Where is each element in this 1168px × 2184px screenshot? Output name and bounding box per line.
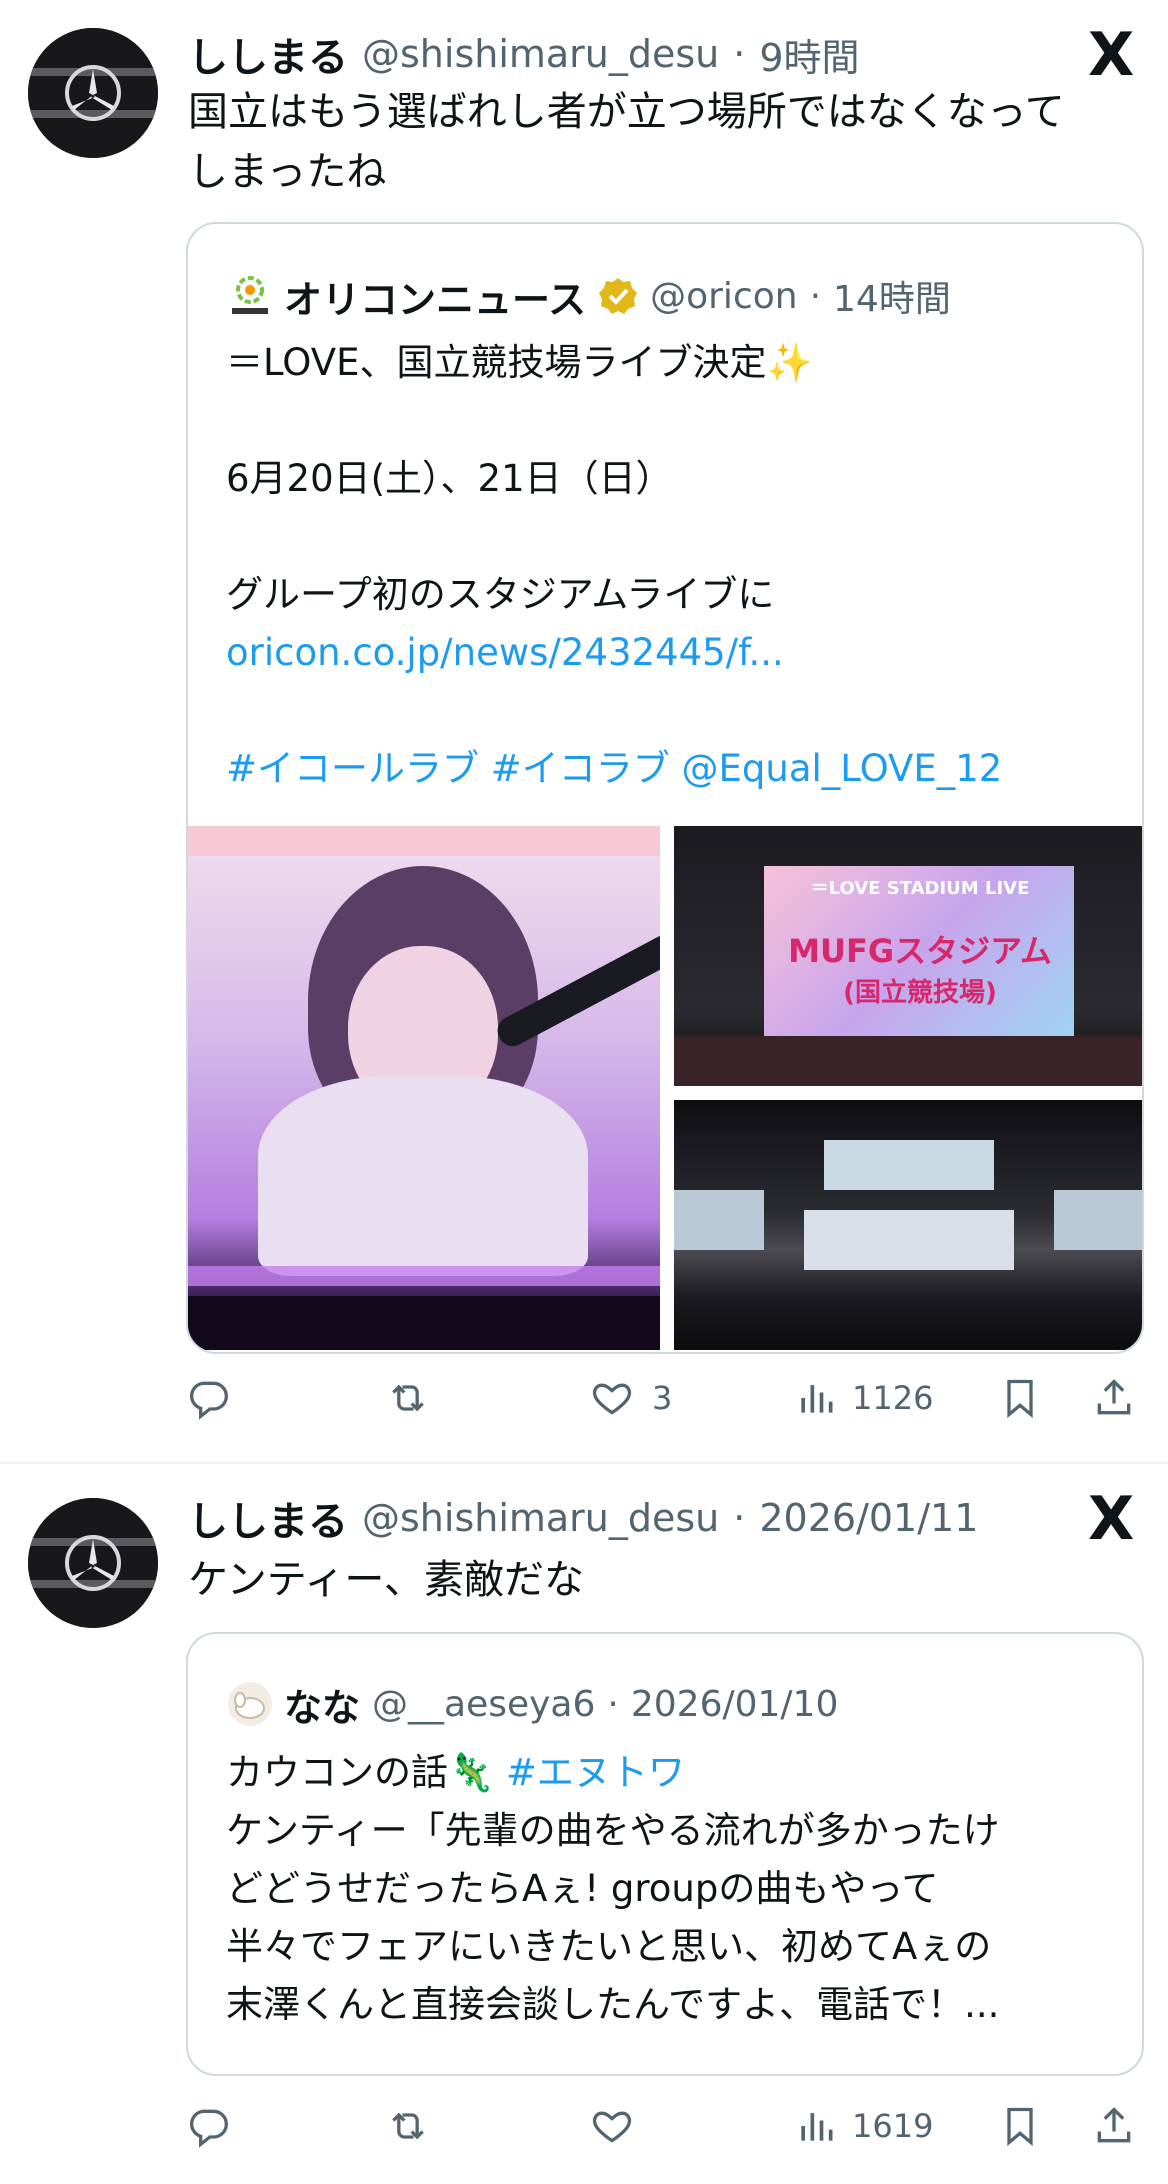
avatar[interactable] <box>28 1498 158 1628</box>
quote-author-handle[interactable]: @__aeseya6 <box>372 1684 595 1725</box>
mercedes-logo-icon <box>28 1498 158 1628</box>
media-image-1[interactable] <box>188 826 660 1350</box>
quote-hashtags[interactable]: #イコールラブ #イコラブ @Equal_LOVE_12 <box>226 740 1116 798</box>
quote-text-line: カウコンの話🦎 #エヌトワ <box>226 1744 1116 1802</box>
post-text-line: 国立はもう選ばれし者が立つ場所ではなくなって <box>188 89 1065 135</box>
like-count: 3 <box>652 1379 673 1417</box>
reply-icon <box>190 1381 228 1420</box>
quote-time[interactable]: 2026/01/10 <box>631 1684 839 1725</box>
author-handle[interactable]: @shishimaru_desu <box>362 1496 719 1540</box>
views-icon <box>801 1385 833 1413</box>
post-time[interactable]: 9時間 <box>759 27 859 82</box>
views-button[interactable]: 1126 <box>794 1376 933 1420</box>
share-icon <box>1097 2107 1131 2143</box>
views-count: 1126 <box>852 1379 934 1417</box>
post-header: ししまる @shishimaru_desu · 9時間 <box>188 26 860 82</box>
x-logo-icon[interactable]: X <box>1088 20 1134 90</box>
separator: · <box>733 32 746 76</box>
avatar[interactable] <box>28 28 158 158</box>
quote-text: カウコンの話🦎 #エヌトワ ケンティー「先輩の曲をやる流れが多かったけ どどうせ… <box>226 1744 1116 2034</box>
post-header: ししまる @shishimaru_desu · 2026/01/11 <box>188 1490 978 1546</box>
oricon-logo-icon <box>228 274 272 318</box>
reply-button[interactable] <box>186 1376 230 1420</box>
quote-link[interactable]: oricon.co.jp/news/2432445/f... <box>226 624 1116 682</box>
quote-text-line: どどうせだったらAぇ! groupの曲もやって <box>226 1867 939 1910</box>
reply-icon <box>190 2109 228 2148</box>
repost-icon <box>392 1384 424 1412</box>
post-time[interactable]: 2026/01/11 <box>759 1496 978 1540</box>
post-text-line: ケンティー、素敵だな <box>188 1557 584 1603</box>
like-button[interactable] <box>590 2104 634 2148</box>
screen-text-1: ＝LOVE STADIUM LIVE <box>810 878 1030 899</box>
mercedes-logo-icon <box>28 28 158 158</box>
quote-author-name[interactable]: オリコンニュース <box>284 269 586 324</box>
quote-text-part: カウコンの話🦎 <box>226 1751 495 1794</box>
share-button[interactable] <box>1092 2104 1136 2148</box>
separator: · <box>733 1496 746 1540</box>
post-text-line: しまったね <box>188 149 387 195</box>
views-count: 1619 <box>852 2107 934 2145</box>
quote-header: なな @__aeseya6 · 2026/01/10 <box>228 1676 838 1732</box>
media-image-2[interactable]: ＝LOVE STADIUM LIVE MUFGスタジアム (国立競技場) <box>674 826 1142 1086</box>
repost-button[interactable] <box>386 1376 430 1420</box>
post-text: ケンティー、素敵だな <box>188 1550 1128 1610</box>
quote-time[interactable]: 14時間 <box>833 270 951 322</box>
quote-text-line: 半々でフェアにいきたいと思い、初めてAぇの <box>226 1925 992 1968</box>
dog-avatar-icon <box>234 1692 265 1719</box>
post-text: 国立はもう選ばれし者が立つ場所ではなくなって しまったね <box>188 82 1128 202</box>
quote-text-line: ＝LOVE、国立競技場ライブ決定✨ <box>226 341 813 384</box>
media-image-3[interactable] <box>674 1100 1142 1350</box>
repost-icon <box>392 2112 424 2140</box>
share-button[interactable] <box>1092 1376 1136 1420</box>
author-handle[interactable]: @shishimaru_desu <box>362 32 719 76</box>
views-button[interactable]: 1619 <box>794 2104 933 2148</box>
separator: · <box>607 1683 619 1725</box>
x-logo-icon[interactable]: X <box>1088 1484 1134 1554</box>
quote-header: オリコンニュース @oricon · 14時間 <box>228 268 951 324</box>
quote-author-handle[interactable]: @oricon <box>650 276 797 317</box>
bookmark-icon <box>1007 2107 1033 2147</box>
screen-text-3: (国立競技場) <box>843 978 997 1008</box>
share-icon <box>1097 1379 1131 1415</box>
quote-text-line: グループ初のスタジアムライブに <box>226 573 775 616</box>
quote-text-line: ケンティー「先輩の曲をやる流れが多かったけ <box>226 1809 1000 1852</box>
quote-hashtag[interactable]: #エヌトワ <box>506 1751 685 1794</box>
quote-text-line: 末澤くんと直接会談したんですよ、電話で！... <box>226 1983 1000 2026</box>
screen-text-2: MUFGスタジアム <box>788 932 1052 970</box>
verified-badge-icon <box>598 276 638 316</box>
bookmark-icon <box>1007 1379 1033 1419</box>
bookmark-button[interactable] <box>998 2104 1042 2148</box>
quoted-post[interactable]: オリコンニュース @oricon · 14時間 ＝LOVE、国立競技場ライブ決定… <box>186 222 1144 1354</box>
views-icon <box>801 2113 833 2141</box>
author-name[interactable]: ししまる <box>188 1489 348 1547</box>
reply-button[interactable] <box>186 2104 230 2148</box>
bookmark-button[interactable] <box>998 1376 1042 1420</box>
quote-text-line: 6月20日(土）、21日（日） <box>226 457 673 500</box>
like-button[interactable]: 3 <box>590 1376 672 1420</box>
separator: · <box>809 275 822 317</box>
quoted-post[interactable]: なな @__aeseya6 · 2026/01/10 カウコンの話🦎 #エヌトワ… <box>186 1632 1144 2076</box>
author-name[interactable]: ししまる <box>188 25 348 83</box>
repost-button[interactable] <box>386 2104 430 2148</box>
quote-author-name[interactable]: なな <box>284 1677 360 1732</box>
heart-icon <box>592 2111 632 2143</box>
post-divider <box>0 1462 1168 1464</box>
quote-text: ＝LOVE、国立競技場ライブ決定✨ 6月20日(土）、21日（日） グループ初の… <box>226 334 1116 798</box>
avatar-small[interactable] <box>228 1682 272 1726</box>
heart-icon <box>592 1383 632 1415</box>
